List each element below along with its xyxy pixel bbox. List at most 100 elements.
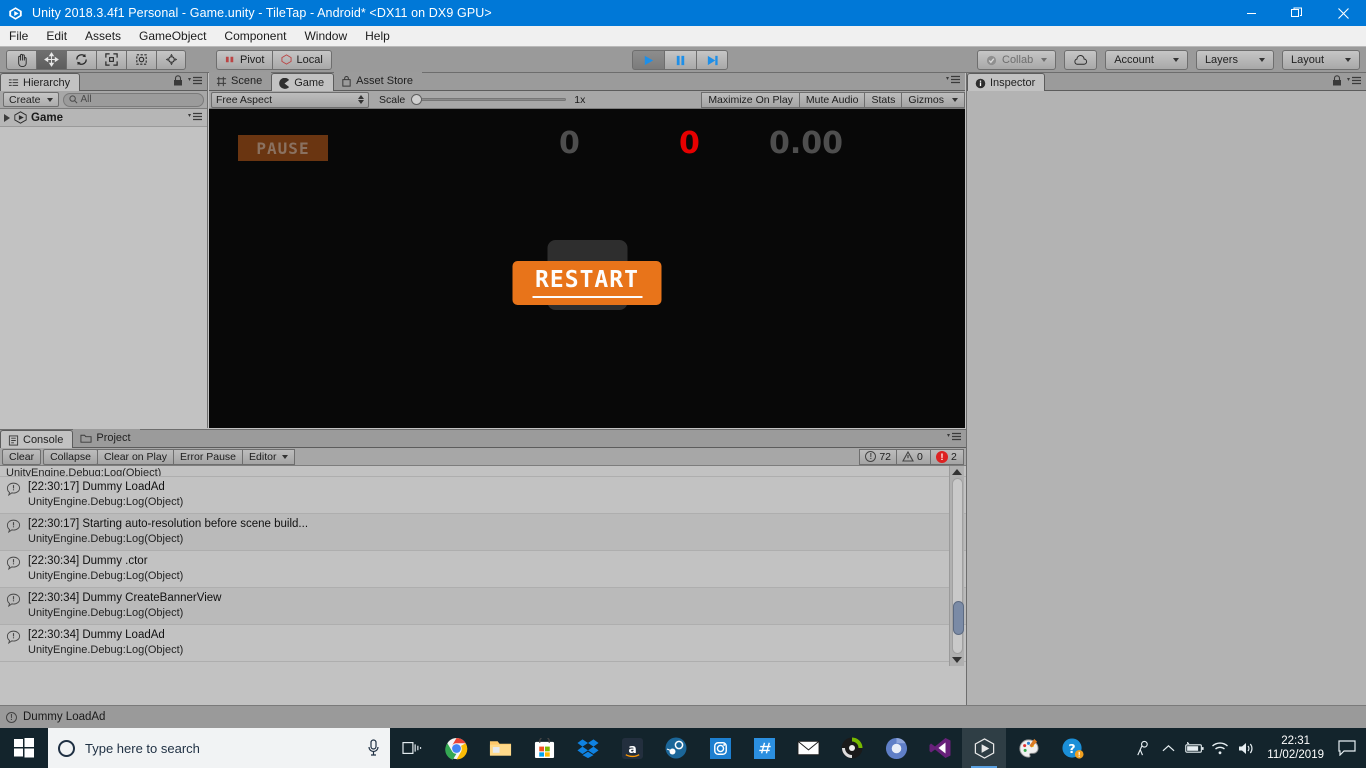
account-button[interactable]: Account: [1105, 50, 1188, 70]
menu-file[interactable]: File: [0, 26, 37, 46]
volume-icon[interactable]: [1233, 728, 1259, 768]
kite-button[interactable]: [742, 728, 786, 768]
status-bar[interactable]: ! Dummy LoadAd: [0, 705, 1366, 728]
menu-edit[interactable]: Edit: [37, 26, 76, 46]
hand-tool-button[interactable]: [6, 49, 36, 70]
steam-button[interactable]: [654, 728, 698, 768]
visual-studio-button[interactable]: [918, 728, 962, 768]
chrome-button[interactable]: [434, 728, 478, 768]
minimize-button[interactable]: [1228, 0, 1274, 26]
microsoft-store-button[interactable]: [522, 728, 566, 768]
layout-button[interactable]: Layout: [1281, 50, 1360, 70]
tab-project[interactable]: Project: [73, 429, 140, 447]
console-scrollbar[interactable]: [949, 466, 964, 666]
mail-button[interactable]: [786, 728, 830, 768]
create-button[interactable]: Create: [3, 92, 59, 107]
amazon-button[interactable]: a: [610, 728, 654, 768]
microphone-icon[interactable]: [367, 739, 380, 757]
inspector-content[interactable]: [967, 91, 1366, 705]
table-row[interactable]: [22:30:17] Dummy LoadAd UnityEngine.Debu…: [0, 477, 966, 514]
table-row[interactable]: [22:30:34] Dummy LoadAd UnityEngine.Debu…: [0, 625, 966, 662]
rotate-tool-button[interactable]: [66, 49, 96, 70]
scroll-down-icon[interactable]: [952, 657, 962, 663]
instagram-button[interactable]: [698, 728, 742, 768]
play-button[interactable]: [632, 50, 664, 70]
table-row[interactable]: [22:30:17] Starting auto-resolution befo…: [0, 514, 966, 551]
lock-icon[interactable]: [1332, 75, 1342, 86]
move-tool-button[interactable]: [36, 49, 66, 70]
scene-menu-icon[interactable]: [187, 112, 203, 121]
unity-taskbar-button[interactable]: [962, 728, 1006, 768]
scale-slider[interactable]: [411, 92, 567, 108]
show-hidden-icons-chevron-icon[interactable]: [1155, 728, 1181, 768]
hierarchy-search-input[interactable]: All: [62, 92, 204, 107]
tab-inspector[interactable]: Inspector: [967, 73, 1046, 91]
panel-menu-icon[interactable]: [1346, 76, 1362, 85]
editor-dropdown-button[interactable]: Editor: [242, 448, 296, 465]
chrome-canary-button[interactable]: [874, 728, 918, 768]
lock-icon[interactable]: [173, 75, 183, 86]
panel-menu-icon[interactable]: [187, 76, 203, 85]
aspect-ratio-dropdown[interactable]: Free Aspect: [211, 91, 369, 108]
wifi-icon[interactable]: [1207, 728, 1233, 768]
game-canvas[interactable]: PAUSE 0 0 0.00 RESTART: [209, 109, 965, 428]
warning-count[interactable]: 0: [896, 448, 930, 465]
panel-menu-icon[interactable]: [945, 75, 961, 84]
menu-window[interactable]: Window: [295, 26, 356, 46]
gizmos-button[interactable]: Gizmos: [902, 91, 965, 108]
tab-asset-store[interactable]: Asset Store: [334, 72, 423, 90]
info-count[interactable]: ! 72: [859, 448, 896, 465]
battery-icon[interactable]: [1181, 728, 1207, 768]
layers-button[interactable]: Layers: [1195, 50, 1274, 70]
cloud-button[interactable]: [1064, 50, 1098, 70]
people-icon[interactable]: [1129, 728, 1155, 768]
close-button[interactable]: [1320, 0, 1366, 26]
expand-triangle-icon[interactable]: [4, 113, 10, 122]
clear-button[interactable]: Clear: [2, 448, 42, 465]
start-button[interactable]: [0, 728, 48, 768]
tab-hierarchy[interactable]: Hierarchy: [0, 73, 81, 91]
stats-button[interactable]: Stats: [865, 91, 903, 108]
hierarchy-root-item[interactable]: Game: [0, 109, 207, 127]
action-center-button[interactable]: [1332, 728, 1362, 768]
game-restart-button[interactable]: RESTART: [512, 261, 662, 305]
mute-audio-button[interactable]: Mute Audio: [799, 91, 866, 108]
help-button[interactable]: ?: [1050, 728, 1094, 768]
taskbar-clock[interactable]: 22:31 11/02/2019: [1259, 734, 1332, 762]
collapse-button[interactable]: Collapse: [43, 448, 98, 465]
table-row[interactable]: [22:30:34] Dummy .ctor UnityEngine.Debug…: [0, 551, 966, 588]
maximize-on-play-button[interactable]: Maximize On Play: [701, 91, 800, 108]
table-row[interactable]: [22:30:34] Dummy CreateBannerView UnityE…: [0, 588, 966, 625]
menu-help[interactable]: Help: [356, 26, 399, 46]
hierarchy-list[interactable]: [0, 127, 207, 428]
scrollbar-track[interactable]: [951, 478, 964, 654]
paint-button[interactable]: [1006, 728, 1050, 768]
tab-game[interactable]: Game: [271, 73, 335, 91]
menu-gameobject[interactable]: GameObject: [130, 26, 215, 46]
panel-menu-icon[interactable]: [946, 432, 962, 441]
collab-button[interactable]: Collab: [977, 50, 1057, 70]
menu-assets[interactable]: Assets: [76, 26, 130, 46]
maximize-button[interactable]: [1274, 0, 1320, 26]
file-explorer-button[interactable]: [478, 728, 522, 768]
search-input[interactable]: Type here to search: [48, 728, 390, 768]
pivot-toggle-button[interactable]: Pivot: [216, 49, 273, 70]
rect-tool-button[interactable]: [126, 49, 156, 70]
nvidia-button[interactable]: [830, 728, 874, 768]
slider-knob[interactable]: [411, 94, 423, 105]
error-count[interactable]: ! 2: [930, 448, 964, 465]
scale-tool-button[interactable]: [96, 49, 126, 70]
task-view-button[interactable]: [390, 728, 434, 768]
dropbox-button[interactable]: [566, 728, 610, 768]
clear-on-play-button[interactable]: Clear on Play: [96, 448, 174, 465]
tab-console[interactable]: Console: [0, 430, 74, 448]
console-log-list[interactable]: UnityEngine.Debug:Log(Object) [22:30:17]…: [0, 466, 966, 705]
scrollbar-thumb[interactable]: [952, 601, 964, 635]
scroll-up-icon[interactable]: [952, 469, 962, 475]
pause-button[interactable]: [664, 50, 696, 70]
transform-tool-button[interactable]: [156, 49, 186, 70]
step-button[interactable]: [696, 50, 728, 70]
error-pause-button[interactable]: Error Pause: [172, 448, 244, 465]
menu-component[interactable]: Component: [215, 26, 295, 46]
tab-scene[interactable]: Scene: [209, 72, 272, 90]
